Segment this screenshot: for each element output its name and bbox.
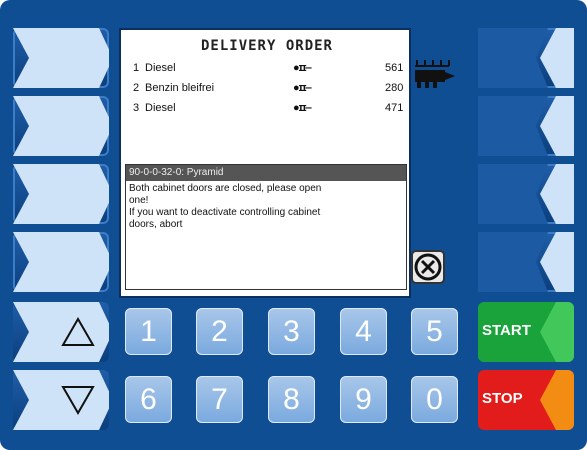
left-softkey-2[interactable] [13,96,109,156]
order-row[interactable]: 1 Diesel ●ɪɪ‒ 561 [133,62,403,78]
left-arrow-icon [478,28,574,88]
truck-transfer-icon [415,60,455,88]
right-softkey-4[interactable] [478,232,574,292]
message-header: 90-0-0-32-0: Pyramid [126,165,406,181]
message-line: If you want to deactivate controlling ca… [129,207,321,218]
terminal-frame: DELIVERY ORDER 1 Diesel ●ɪɪ‒ 561 2 Benzi… [0,0,587,450]
up-button[interactable] [13,302,113,362]
message-line: Both cabinet doors are closed, please op… [129,183,322,194]
right-arrow-icon [13,232,109,292]
start-button[interactable]: START [478,302,574,362]
stop-button[interactable]: STOP [478,370,574,430]
order-quantity: 561 [385,62,404,74]
down-triangle-icon [61,386,95,415]
right-arrow-icon [13,164,109,224]
right-softkey-3[interactable] [478,164,574,224]
abort-button[interactable] [411,250,445,284]
key-6[interactable]: 6 [125,376,172,423]
order-product: Diesel [145,62,176,74]
order-product: Diesel [145,102,176,114]
display-screen: DELIVERY ORDER 1 Diesel ●ɪɪ‒ 561 2 Benzi… [119,28,455,298]
left-softkey-4[interactable] [13,232,109,292]
left-arrow-icon [478,96,574,156]
order-quantity: 280 [385,82,404,94]
right-arrow-icon [13,28,109,88]
key-8[interactable]: 8 [268,376,315,423]
order-row[interactable]: 3 Diesel ●ɪɪ‒ 471 [133,102,403,118]
flow-meter-icon: ●ɪɪ‒ [293,102,312,114]
left-arrow-icon [478,164,574,224]
key-4[interactable]: 4 [340,308,387,355]
right-softkey-1[interactable] [478,28,574,88]
down-button[interactable] [13,370,113,430]
message-body: Both cabinet doors are closed, please op… [126,181,406,233]
message-line: doors, abort [129,219,183,230]
right-softkey-2[interactable] [478,96,574,156]
page-title: DELIVERY ORDER [200,38,333,54]
close-circle-icon [414,253,442,281]
key-1[interactable]: 1 [125,308,172,355]
key-2[interactable]: 2 [196,308,243,355]
key-9[interactable]: 9 [340,376,387,423]
order-row[interactable]: 2 Benzin bleifrei ●ɪɪ‒ 280 [133,82,403,98]
key-3[interactable]: 3 [268,308,315,355]
key-5[interactable]: 5 [411,308,458,355]
order-index: 3 [133,102,140,114]
order-index: 1 [133,62,140,74]
flow-meter-icon: ●ɪɪ‒ [293,62,312,74]
left-softkey-3[interactable] [13,164,109,224]
start-label: START [482,322,531,339]
order-index: 2 [133,82,140,94]
up-triangle-icon [61,317,95,346]
order-product: Benzin bleifrei [145,82,215,94]
left-softkey-1[interactable] [13,28,109,88]
message-line: one! [129,195,149,206]
flow-meter-icon: ●ɪɪ‒ [293,82,312,94]
left-arrow-icon [478,232,574,292]
message-box: 90-0-0-32-0: Pyramid Both cabinet doors … [125,164,407,290]
key-0[interactable]: 0 [411,376,458,423]
right-arrow-icon [13,96,109,156]
stop-label: STOP [482,390,523,407]
key-7[interactable]: 7 [196,376,243,423]
order-quantity: 471 [385,102,404,114]
